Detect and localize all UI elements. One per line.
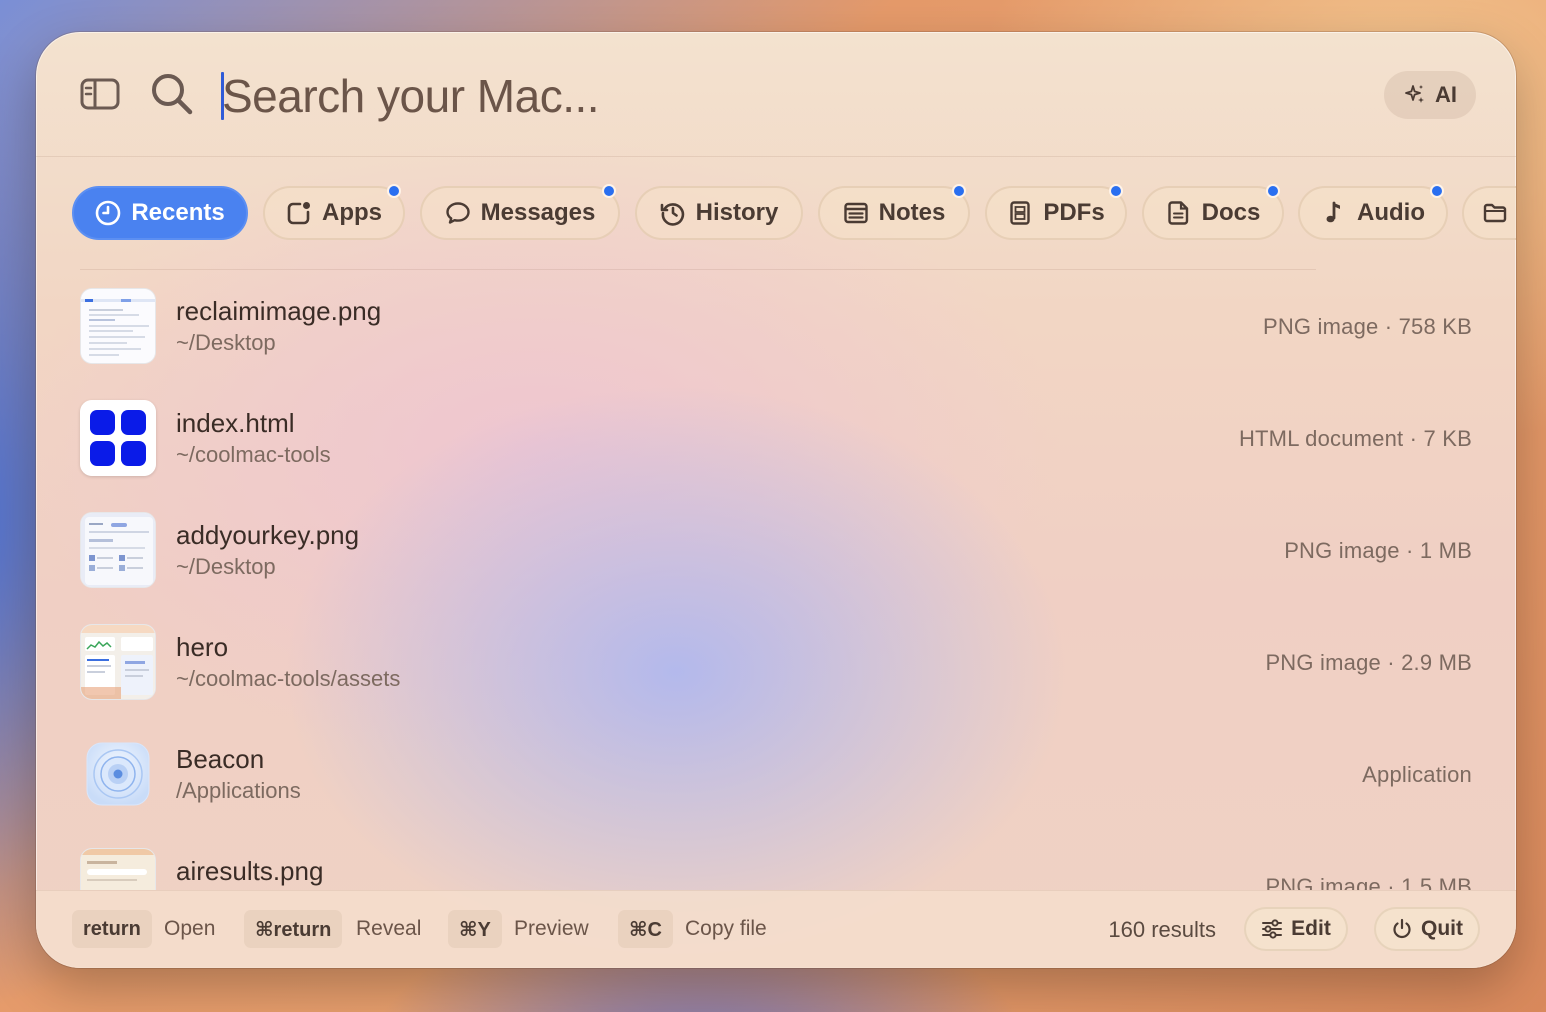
chip-apps[interactable]: Apps: [263, 184, 405, 240]
shortcut-label-preview[interactable]: Preview: [514, 917, 589, 941]
speech-bubble-icon: [445, 202, 470, 224]
shortcut-label-reveal[interactable]: Reveal: [356, 917, 421, 941]
search-divider: [36, 156, 1516, 157]
result-name: airesults.png: [176, 856, 324, 886]
chip-history[interactable]: History: [635, 186, 803, 240]
result-name: index.html: [176, 408, 295, 438]
shortcut-key-reveal: ⌘return: [244, 910, 343, 948]
sparkle-icon: [1405, 85, 1424, 103]
file-thumbnail: [80, 288, 156, 364]
quit-button-label: Quit: [1421, 917, 1463, 940]
result-meta: PNG image · 2.9 MB: [1265, 650, 1472, 675]
result-name: reclaimimage.png: [176, 296, 382, 326]
search-input[interactable]: [222, 64, 1122, 128]
search-bar: AI: [36, 32, 1516, 156]
chips-divider: [80, 269, 1316, 270]
result-name: addyourkey.png: [176, 520, 360, 550]
chip-notes[interactable]: Notes: [818, 184, 970, 240]
footer-bar: return Open ⌘return Reveal ⌘Y Preview ⌘C…: [36, 890, 1516, 968]
chip-badge-dot: [602, 184, 616, 198]
music-note-icon: [1326, 201, 1340, 223]
result-meta: Application: [1362, 762, 1472, 787]
result-path: ~/Desktop: [176, 330, 276, 355]
result-name: hero: [176, 632, 229, 662]
results-list: reclaimimage.png ~/Desktop PNG image · 7…: [36, 272, 1516, 890]
chip-pdfs[interactable]: PDFs: [985, 184, 1127, 240]
chip-label: Notes: [878, 199, 946, 226]
chip-messages[interactable]: Messages: [420, 184, 620, 240]
result-row[interactable]: reclaimimage.png ~/Desktop PNG image · 7…: [36, 272, 1516, 384]
shortcut-label-copy[interactable]: Copy file: [685, 917, 767, 941]
app-badge-icon: [287, 202, 310, 225]
file-thumbnail: [80, 624, 156, 700]
shortcut-key-copy: ⌘C: [618, 910, 673, 948]
result-path: ~/coolmac-tools: [176, 442, 331, 467]
result-name: Beacon: [176, 744, 265, 774]
clock-icon: [96, 200, 121, 226]
sliders-icon: [1262, 919, 1283, 939]
result-meta: PNG image · 1.5 MB: [1265, 874, 1472, 890]
beacon-app-icon: [80, 736, 156, 812]
shortcut-label-open[interactable]: Open: [164, 917, 215, 941]
search-icon: [150, 72, 194, 116]
chip-label: Messages: [480, 199, 596, 226]
quit-button[interactable]: Quit: [1374, 907, 1480, 951]
result-meta: PNG image · 758 KB: [1262, 314, 1472, 339]
chip-badge-dot: [952, 184, 966, 198]
document-icon: [1167, 201, 1188, 225]
chip-badge-dot: [1430, 184, 1444, 198]
chip-badge-dot: [387, 184, 401, 198]
chip-label: History: [695, 199, 779, 226]
result-row[interactable]: Beacon /Applications Application: [36, 720, 1516, 832]
shortcut-key-open: return: [72, 910, 152, 948]
result-path: /Applications: [176, 778, 301, 803]
result-row[interactable]: index.html ~/coolmac-tools HTML document…: [36, 384, 1516, 496]
chip-badge-dot: [1109, 184, 1123, 198]
sidebar-toggle-icon[interactable]: [80, 78, 120, 110]
pdf-icon: [1010, 201, 1031, 225]
ai-button-label: AI: [1435, 82, 1457, 107]
file-thumbnail: [80, 512, 156, 588]
chip-audio[interactable]: Audio: [1298, 184, 1448, 240]
grid-app-icon: [80, 400, 156, 476]
edit-button-label: Edit: [1291, 917, 1331, 940]
text-caret: [221, 72, 224, 120]
chip-label: Docs: [1201, 199, 1261, 226]
chip-label: Recents: [131, 199, 225, 226]
result-row[interactable]: addyourkey.png ~/Desktop PNG image · 1 M…: [36, 496, 1516, 608]
chip-recents[interactable]: Recents: [72, 186, 248, 240]
folder-icon: [1483, 203, 1507, 223]
history-icon: [660, 203, 684, 226]
chip-badge-dot: [1266, 184, 1280, 198]
chip-label: PDFs: [1043, 199, 1105, 226]
power-icon: [1393, 918, 1411, 939]
chip-label: Apps: [322, 199, 382, 226]
result-meta: HTML document · 7 KB: [1238, 426, 1472, 451]
ai-button[interactable]: AI: [1384, 71, 1476, 119]
chip-folders[interactable]: [1462, 186, 1516, 240]
edit-button[interactable]: Edit: [1244, 907, 1348, 951]
result-path: ~/coolmac-tools/assets: [176, 666, 401, 691]
file-thumbnail: [80, 848, 156, 890]
result-meta: PNG image · 1 MB: [1284, 538, 1472, 563]
note-icon: [843, 202, 868, 224]
spotlight-window: AI Recents Apps Messages: [36, 32, 1516, 968]
result-path: ~/Desktop: [176, 554, 276, 579]
result-row[interactable]: hero ~/coolmac-tools/assets PNG image · …: [36, 608, 1516, 720]
chip-label: Audio: [1357, 199, 1425, 226]
result-row[interactable]: airesults.png PNG image · 1.5 MB: [36, 832, 1516, 890]
chip-docs[interactable]: Docs: [1142, 184, 1284, 240]
results-count: 160 results: [1108, 917, 1216, 942]
shortcut-key-preview: ⌘Y: [448, 910, 502, 948]
